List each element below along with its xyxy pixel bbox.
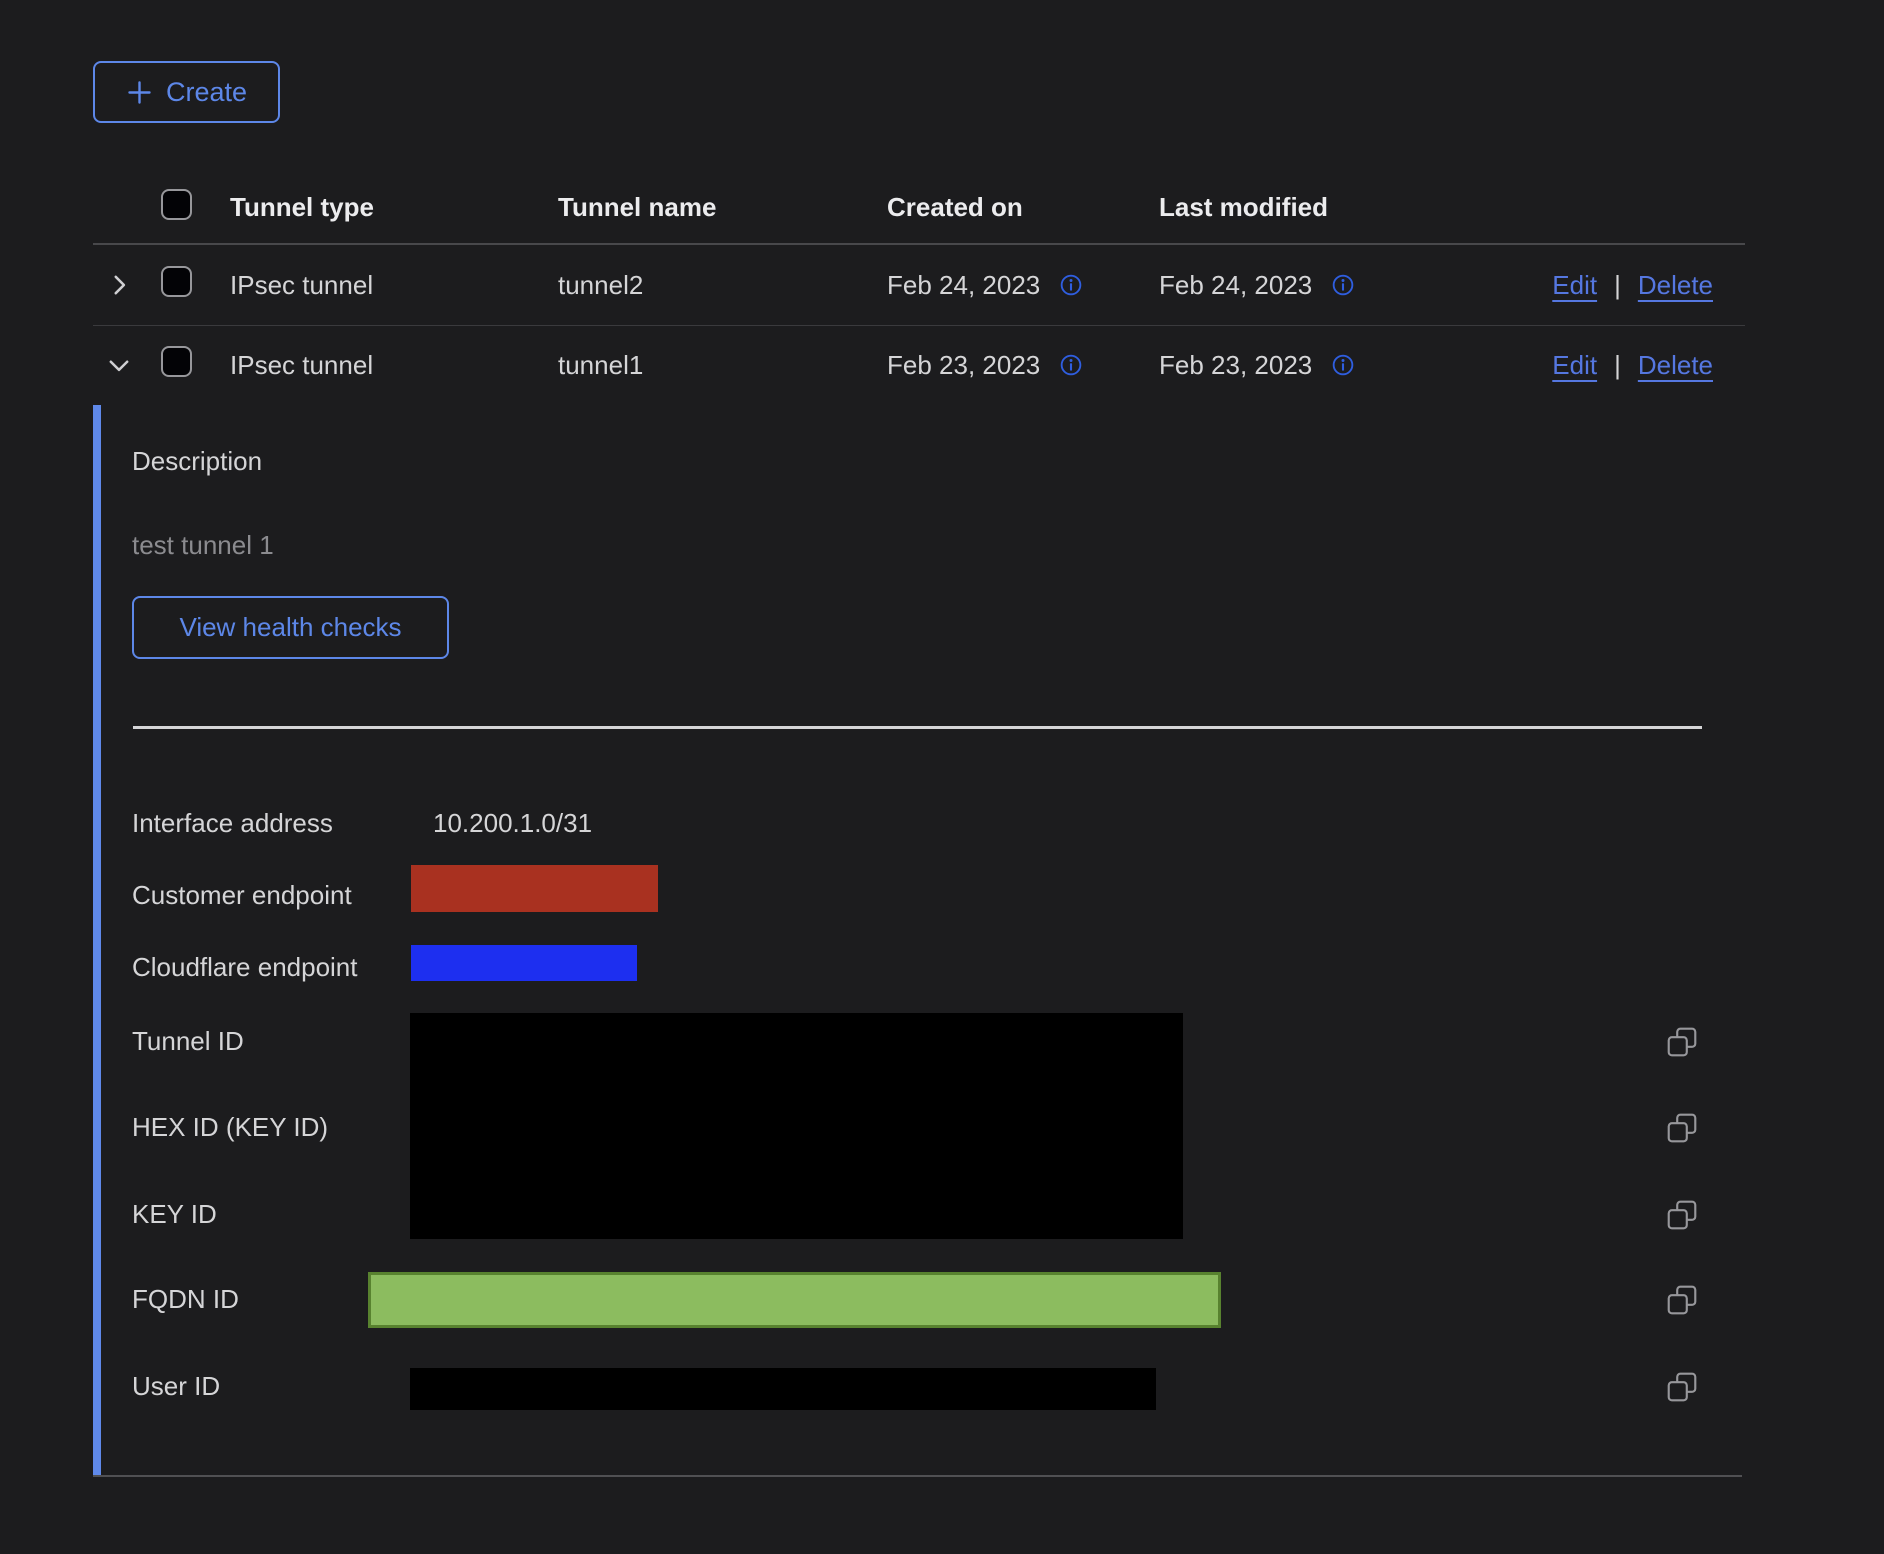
copy-icon [1665, 1025, 1699, 1059]
tunnel-id-label: Tunnel ID [132, 1026, 244, 1057]
copy-icon [1665, 1111, 1699, 1145]
table-row-tunnel1: IPsec tunnel tunnel1 Feb 23, 2023 Feb 23… [93, 326, 1745, 404]
create-button[interactable]: Create [93, 61, 280, 123]
description-label: Description [132, 446, 262, 477]
copy-hex-id-button[interactable] [1664, 1110, 1700, 1146]
customer-endpoint-redacted-value [411, 865, 658, 912]
description-value: test tunnel 1 [132, 530, 274, 561]
tunnel-type-cell: IPsec tunnel [230, 350, 558, 381]
info-icon[interactable] [1060, 354, 1082, 376]
select-all-checkbox[interactable] [161, 189, 192, 220]
fqdn-id-redacted-value [368, 1272, 1221, 1328]
created-on-value: Feb 24, 2023 [887, 270, 1040, 301]
expand-row-button[interactable] [101, 267, 137, 303]
user-id-label: User ID [132, 1371, 220, 1402]
delete-link[interactable]: Delete [1638, 270, 1713, 301]
plus-icon [126, 79, 153, 106]
fqdn-id-label: FQDN ID [132, 1284, 239, 1315]
tunnels-table: Tunnel type Tunnel name Created on Last … [93, 150, 1745, 404]
edit-link[interactable]: Edit [1552, 350, 1597, 381]
copy-fqdn-id-button[interactable] [1664, 1282, 1700, 1318]
created-on-value: Feb 23, 2023 [887, 350, 1040, 381]
create-button-label: Create [166, 77, 247, 108]
copy-icon [1665, 1370, 1699, 1404]
panel-bottom-divider [93, 1475, 1742, 1477]
last-modified-value: Feb 24, 2023 [1159, 270, 1312, 301]
header-tunnel-name: Tunnel name [558, 192, 887, 223]
user-id-redacted-value [410, 1368, 1156, 1410]
expanded-row-indicator-bar [93, 405, 101, 1476]
key-id-label: KEY ID [132, 1199, 217, 1230]
chevron-down-icon [107, 353, 131, 377]
tunnel-name-cell: tunnel2 [558, 270, 887, 301]
info-icon[interactable] [1332, 354, 1354, 376]
row-checkbox[interactable] [161, 266, 192, 297]
cloudflare-endpoint-redacted-value [411, 945, 637, 981]
info-icon[interactable] [1332, 274, 1354, 296]
delete-link[interactable]: Delete [1638, 350, 1713, 381]
collapse-row-button[interactable] [101, 347, 137, 383]
actions-separator: | [1614, 270, 1621, 301]
interface-address-value: 10.200.1.0/31 [433, 808, 592, 839]
table-header-row: Tunnel type Tunnel name Created on Last … [93, 150, 1745, 245]
actions-separator: | [1614, 350, 1621, 381]
tunnels-page: Create Tunnel type Tunnel name Created o… [0, 0, 1884, 1554]
interface-address-label: Interface address [132, 808, 333, 839]
header-tunnel-type: Tunnel type [230, 192, 558, 223]
section-divider [133, 726, 1702, 729]
table-row-tunnel2: IPsec tunnel tunnel2 Feb 24, 2023 Feb 24… [93, 245, 1745, 326]
header-created-on: Created on [887, 192, 1159, 223]
copy-icon [1665, 1283, 1699, 1317]
copy-user-id-button[interactable] [1664, 1369, 1700, 1405]
customer-endpoint-label: Customer endpoint [132, 880, 352, 911]
info-icon[interactable] [1060, 274, 1082, 296]
copy-key-id-button[interactable] [1664, 1197, 1700, 1233]
header-last-modified: Last modified [1159, 192, 1541, 223]
edit-link[interactable]: Edit [1552, 270, 1597, 301]
last-modified-value: Feb 23, 2023 [1159, 350, 1312, 381]
row-checkbox[interactable] [161, 346, 192, 377]
tunnel-type-cell: IPsec tunnel [230, 270, 558, 301]
cloudflare-endpoint-label: Cloudflare endpoint [132, 952, 358, 983]
copy-icon [1665, 1198, 1699, 1232]
view-health-checks-button[interactable]: View health checks [132, 596, 449, 659]
tunnel-name-cell: tunnel1 [558, 350, 887, 381]
copy-tunnel-id-button[interactable] [1664, 1024, 1700, 1060]
tunnel-details-panel: Description test tunnel 1 View health ch… [93, 404, 1745, 1477]
ids-redacted-value-block [410, 1013, 1183, 1239]
chevron-right-icon [107, 273, 131, 297]
hex-id-label: HEX ID (KEY ID) [132, 1112, 328, 1143]
